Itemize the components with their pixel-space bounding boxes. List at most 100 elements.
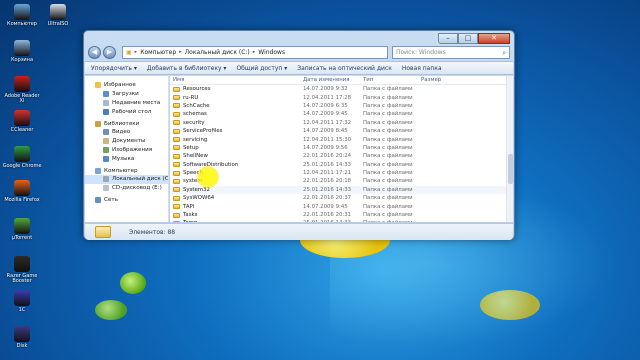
column-header[interactable]: Имя <box>170 77 303 83</box>
file-name: SchCache <box>183 102 210 109</box>
date-cell: 14.07.2009 9:56 <box>303 144 348 151</box>
nav-item-label: Недавние места <box>112 99 161 106</box>
wallpaper-petal <box>120 272 146 294</box>
app-icon <box>14 110 30 126</box>
desktop-icon[interactable]: CCleaner <box>2 110 42 146</box>
breadcrumb-segment[interactable]: Windows <box>258 49 285 56</box>
nav-item[interactable]: Документы <box>85 137 168 146</box>
table-row[interactable]: SysWOW64 22.01.2016 20:37 Папка с файлами <box>170 194 513 202</box>
table-row[interactable]: ShellNew 22.01.2016 20:24 Папка с файлами <box>170 152 513 160</box>
table-row[interactable]: Tasks 22.01.2016 20:31 Папка с файлами <box>170 211 513 219</box>
type-cell: Папка с файлами <box>363 111 413 118</box>
nav-item[interactable]: Видео <box>85 128 168 137</box>
type-cell: Папка с файлами <box>363 195 413 202</box>
chevron-right-icon[interactable]: ▸ <box>135 49 138 55</box>
folder-icon <box>173 204 180 210</box>
table-row[interactable]: TAPI 14.07.2009 9:45 Папка с файлами <box>170 202 513 210</box>
nav-item-label: Музыка <box>112 155 135 162</box>
breadcrumb-segment[interactable]: Локальный диск (C:) <box>185 49 250 56</box>
toolbar-button[interactable]: Общий доступ ▾ <box>236 65 287 72</box>
table-row[interactable]: Temp 25.01.2016 14:33Папка с файлами <box>170 219 513 222</box>
desktop-icon[interactable]: Компьютер <box>2 4 42 40</box>
date-cell: 12.04.2011 17:21 <box>303 170 352 177</box>
table-row[interactable]: ServiceProfiles 14.07.2009 8:45 Папка с фа… <box>170 127 513 135</box>
toolbar-button[interactable]: Упорядочить ▾ <box>91 65 137 72</box>
vertical-scrollbar[interactable] <box>506 76 513 222</box>
nav-item[interactable]: Недавние места <box>85 99 168 108</box>
explorer-window[interactable]: – □ ✕ ◀ ▶ ▣ ▸ Компьютер ▸ Локальный диск (C:… <box>83 30 515 240</box>
toolbar-button[interactable]: Добавить в библиотеку ▾ <box>147 65 227 72</box>
chevron-right-icon[interactable]: ▸ <box>179 49 182 55</box>
table-row[interactable]: SchCache 14.07.2009 6:35 Папка с файлами <box>170 102 513 110</box>
close-button[interactable]: ✕ <box>478 33 510 44</box>
app-icon <box>14 4 30 20</box>
desktop-icon-label: Google Chrome <box>2 163 42 169</box>
date-cell: 14.07.2009 6:35 <box>303 102 348 109</box>
folder-icon <box>173 120 180 126</box>
name-cell: servicing <box>170 137 303 143</box>
back-button[interactable]: ◀ <box>88 45 101 59</box>
name-cell: schemas <box>170 111 303 117</box>
toolbar-button[interactable]: Записать на оптический диск <box>297 65 392 72</box>
desktop-icon[interactable]: Adobe Reader XI <box>2 76 42 112</box>
table-row[interactable]: Resources 14.07.2009 9:32 Папка с файлами <box>170 85 513 93</box>
minimize-button[interactable]: – <box>438 33 458 44</box>
desktop-icon[interactable]: Disk <box>2 326 42 360</box>
maximize-button[interactable]: □ <box>458 33 478 44</box>
forward-button[interactable]: ▶ <box>103 45 116 59</box>
name-cell: Resources <box>170 86 303 92</box>
nav-item-label: Рабочий стол <box>112 108 152 115</box>
caption-buttons: – □ ✕ <box>438 33 510 45</box>
table-row[interactable]: System32 25.01.2016 14:33 Папка с файлами <box>170 185 513 195</box>
date-cell: 14.07.2009 8:45 <box>303 128 348 135</box>
table-row[interactable]: schemas 14.07.2009 9:45 Папка с файлами <box>170 110 513 118</box>
column-header[interactable]: Тип <box>363 77 421 83</box>
folder-icon <box>173 178 180 184</box>
breadcrumb-segment[interactable]: Компьютер <box>140 49 176 56</box>
nav-item[interactable]: CD-дисковод (E:) <box>85 184 168 193</box>
desktop-icon[interactable]: µTorrent <box>2 218 42 254</box>
column-header[interactable]: Размер <box>421 77 481 83</box>
folder-icon <box>173 153 180 159</box>
name-cell: System32 <box>170 187 303 193</box>
nav-item[interactable]: Изображения <box>85 146 168 155</box>
desktop-icon[interactable]: Корзина <box>2 40 42 76</box>
file-name: servicing <box>183 136 208 143</box>
address-bar[interactable]: ▣ ▸ Компьютер ▸ Локальный диск (C:) ▸ Windows <box>122 45 388 59</box>
video-icon <box>103 129 109 136</box>
table-row[interactable]: security 12.04.2011 17:32 Папка с файлами <box>170 119 513 127</box>
nav-item[interactable]: Библиотеки <box>85 119 168 128</box>
nav-item[interactable]: Музыка <box>85 154 168 163</box>
table-row[interactable]: system 22.01.2016 20:18 Папка с файлами <box>170 177 513 185</box>
desktop-icon-label: Корзина <box>10 57 34 63</box>
type-cell: Папка с файлами <box>363 178 413 185</box>
name-cell: SoftwareDistribution <box>170 162 303 168</box>
chevron-right-icon[interactable]: ▸ <box>253 49 256 55</box>
file-name: ShellNew <box>183 153 208 160</box>
desktop-icon[interactable]: Mozilla Firefox <box>2 180 42 216</box>
nav-item[interactable]: Избранное <box>85 81 168 90</box>
date-cell: 25.01.2016 14:33 <box>303 161 352 168</box>
column-header[interactable]: Дата изменения <box>303 77 363 83</box>
table-row[interactable]: SoftwareDistribution 25.01.2016 14:33 Папк… <box>170 161 513 169</box>
app-icon <box>14 146 30 162</box>
desktop-icon[interactable]: Google Chrome <box>2 146 42 182</box>
desktop-icon[interactable]: UltraISO <box>38 4 78 40</box>
nav-item[interactable]: Рабочий стол <box>85 107 168 116</box>
desktop-icon[interactable]: Razer Game Booster <box>2 256 42 292</box>
scrollbar-thumb[interactable] <box>508 154 513 184</box>
table-row[interactable]: ru-RU 12.04.2011 17:28 Папка с файлами <box>170 93 513 101</box>
nav-item[interactable]: Локальный диск (C:) <box>85 174 168 184</box>
app-icon <box>14 256 30 272</box>
table-row[interactable]: servicing 12.04.2011 15:30 Папка с файлами <box>170 135 513 143</box>
table-row[interactable]: Speech 12.04.2011 17:21 Папка с файлами <box>170 169 513 177</box>
table-row[interactable]: Setup 14.07.2009 9:56 Папка с файлами <box>170 144 513 152</box>
folder-icon <box>95 226 111 238</box>
folder-icon <box>173 145 180 151</box>
nav-item[interactable]: Компьютер <box>85 166 168 175</box>
nav-item[interactable]: Загрузки <box>85 90 168 99</box>
toolbar-button[interactable]: Новая папка <box>402 65 442 72</box>
nav-item[interactable]: Сеть <box>85 196 168 205</box>
desktop-icon[interactable]: 1C <box>2 290 42 326</box>
search-input[interactable]: Поиск: Windows ⌕ <box>392 45 510 59</box>
